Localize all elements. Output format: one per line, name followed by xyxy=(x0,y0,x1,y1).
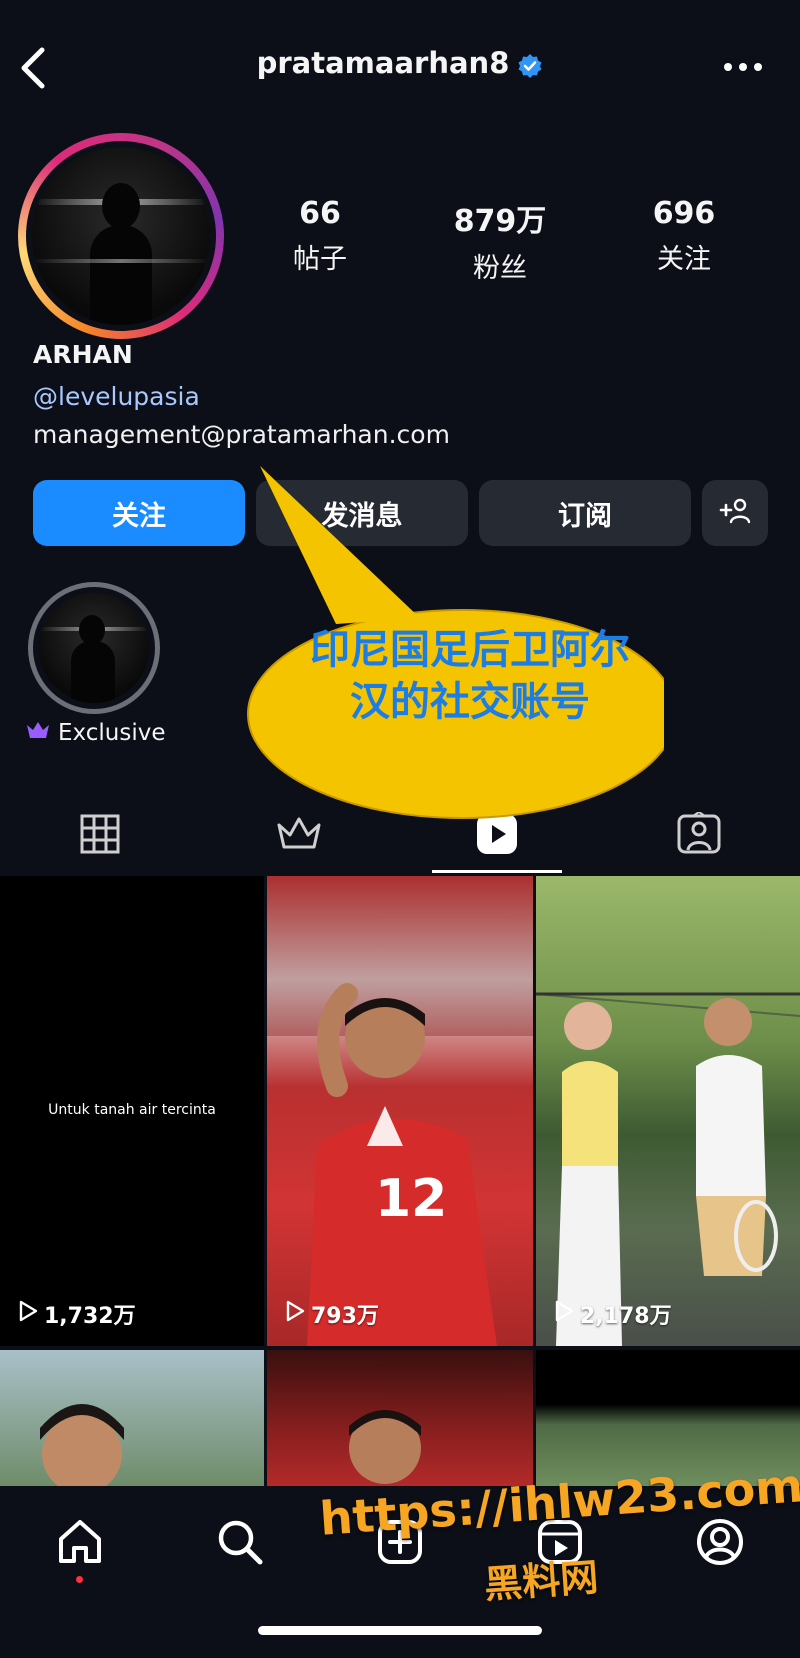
stat-value: 696 xyxy=(652,196,716,231)
stat-value: 879万 xyxy=(453,204,547,239)
profile-icon xyxy=(695,1517,745,1572)
profile-username-header: pratamaarhan8 xyxy=(0,46,800,80)
nav-profile[interactable] xyxy=(690,1514,750,1574)
profile-avatar[interactable] xyxy=(18,133,224,339)
verified-badge-icon xyxy=(517,52,543,78)
reel-thumbnail xyxy=(349,1410,421,1484)
play-icon xyxy=(18,1300,44,1328)
crown-icon xyxy=(26,720,58,746)
username: pratamaarhan8 xyxy=(256,46,510,80)
follow-button[interactable]: 关注 xyxy=(33,480,245,546)
reels-grid: Untuk tanah air tercinta 1,732万 12 793万 xyxy=(0,876,800,1486)
reel-tile[interactable]: 2,178万 xyxy=(536,876,800,1346)
mention-link[interactable]: @levelupasia xyxy=(33,382,200,411)
email-link[interactable]: management@pratamarhan.com xyxy=(33,420,450,449)
grid-icon xyxy=(80,814,120,859)
annotation-text: 印尼国足后卫阿尔汉的社交账号 xyxy=(310,627,630,725)
top-bar: pratamaarhan8 xyxy=(0,0,800,140)
reel-tile[interactable] xyxy=(267,1350,533,1486)
nav-search[interactable] xyxy=(210,1514,270,1574)
view-count: 2,178万 xyxy=(554,1298,672,1330)
profile-name: ARHAN xyxy=(33,340,133,369)
stat-value: 66 xyxy=(299,196,341,231)
home-indicator xyxy=(258,1626,542,1635)
stat-posts[interactable]: 66 帖子 xyxy=(240,196,400,276)
avatar-image xyxy=(32,147,210,325)
view-count: 1,732万 xyxy=(18,1298,136,1330)
highlight-label-text: Exclusive xyxy=(58,720,166,746)
view-count-text: 2,178万 xyxy=(580,1304,672,1329)
reel-tile[interactable]: Untuk tanah air tercinta 1,732万 xyxy=(0,876,264,1346)
view-count-text: 1,732万 xyxy=(44,1304,136,1329)
highlight-label: Exclusive xyxy=(26,720,166,746)
reel-thumbnail: 12 xyxy=(267,876,533,1346)
svg-text:12: 12 xyxy=(375,1169,447,1229)
person-tag-icon xyxy=(676,810,722,861)
reel-thumbnail xyxy=(40,1404,124,1486)
reel-tile[interactable]: 12 793万 xyxy=(267,876,533,1346)
search-icon xyxy=(215,1517,265,1572)
view-count: 793万 xyxy=(285,1298,379,1330)
play-icon xyxy=(285,1300,311,1328)
view-count-text: 793万 xyxy=(311,1304,379,1329)
nav-home[interactable] xyxy=(50,1514,110,1574)
reel-thumbnail xyxy=(536,992,800,1346)
stat-label: 粉丝 xyxy=(473,253,527,284)
person-add-icon xyxy=(718,496,752,531)
notification-dot xyxy=(76,1576,83,1583)
avatar-frame xyxy=(26,141,216,331)
play-icon xyxy=(554,1300,580,1328)
more-horizontal-icon[interactable] xyxy=(720,52,766,82)
person-add-button[interactable] xyxy=(702,480,768,546)
stat-label: 帖子 xyxy=(293,244,347,275)
home-icon xyxy=(55,1517,105,1572)
stat-label: 关注 xyxy=(657,244,711,275)
reel-caption: Untuk tanah air tercinta xyxy=(48,1102,216,1118)
reel-tile[interactable] xyxy=(0,1350,264,1486)
tab-grid[interactable] xyxy=(35,800,165,872)
stat-followers[interactable]: 879万 粉丝 xyxy=(420,196,580,285)
watermark-subtitle: 黑料网 xyxy=(482,1555,600,1607)
active-tab-indicator xyxy=(432,870,562,873)
story-highlight-exclusive[interactable] xyxy=(28,582,160,714)
stat-following[interactable]: 696 关注 xyxy=(604,196,764,276)
